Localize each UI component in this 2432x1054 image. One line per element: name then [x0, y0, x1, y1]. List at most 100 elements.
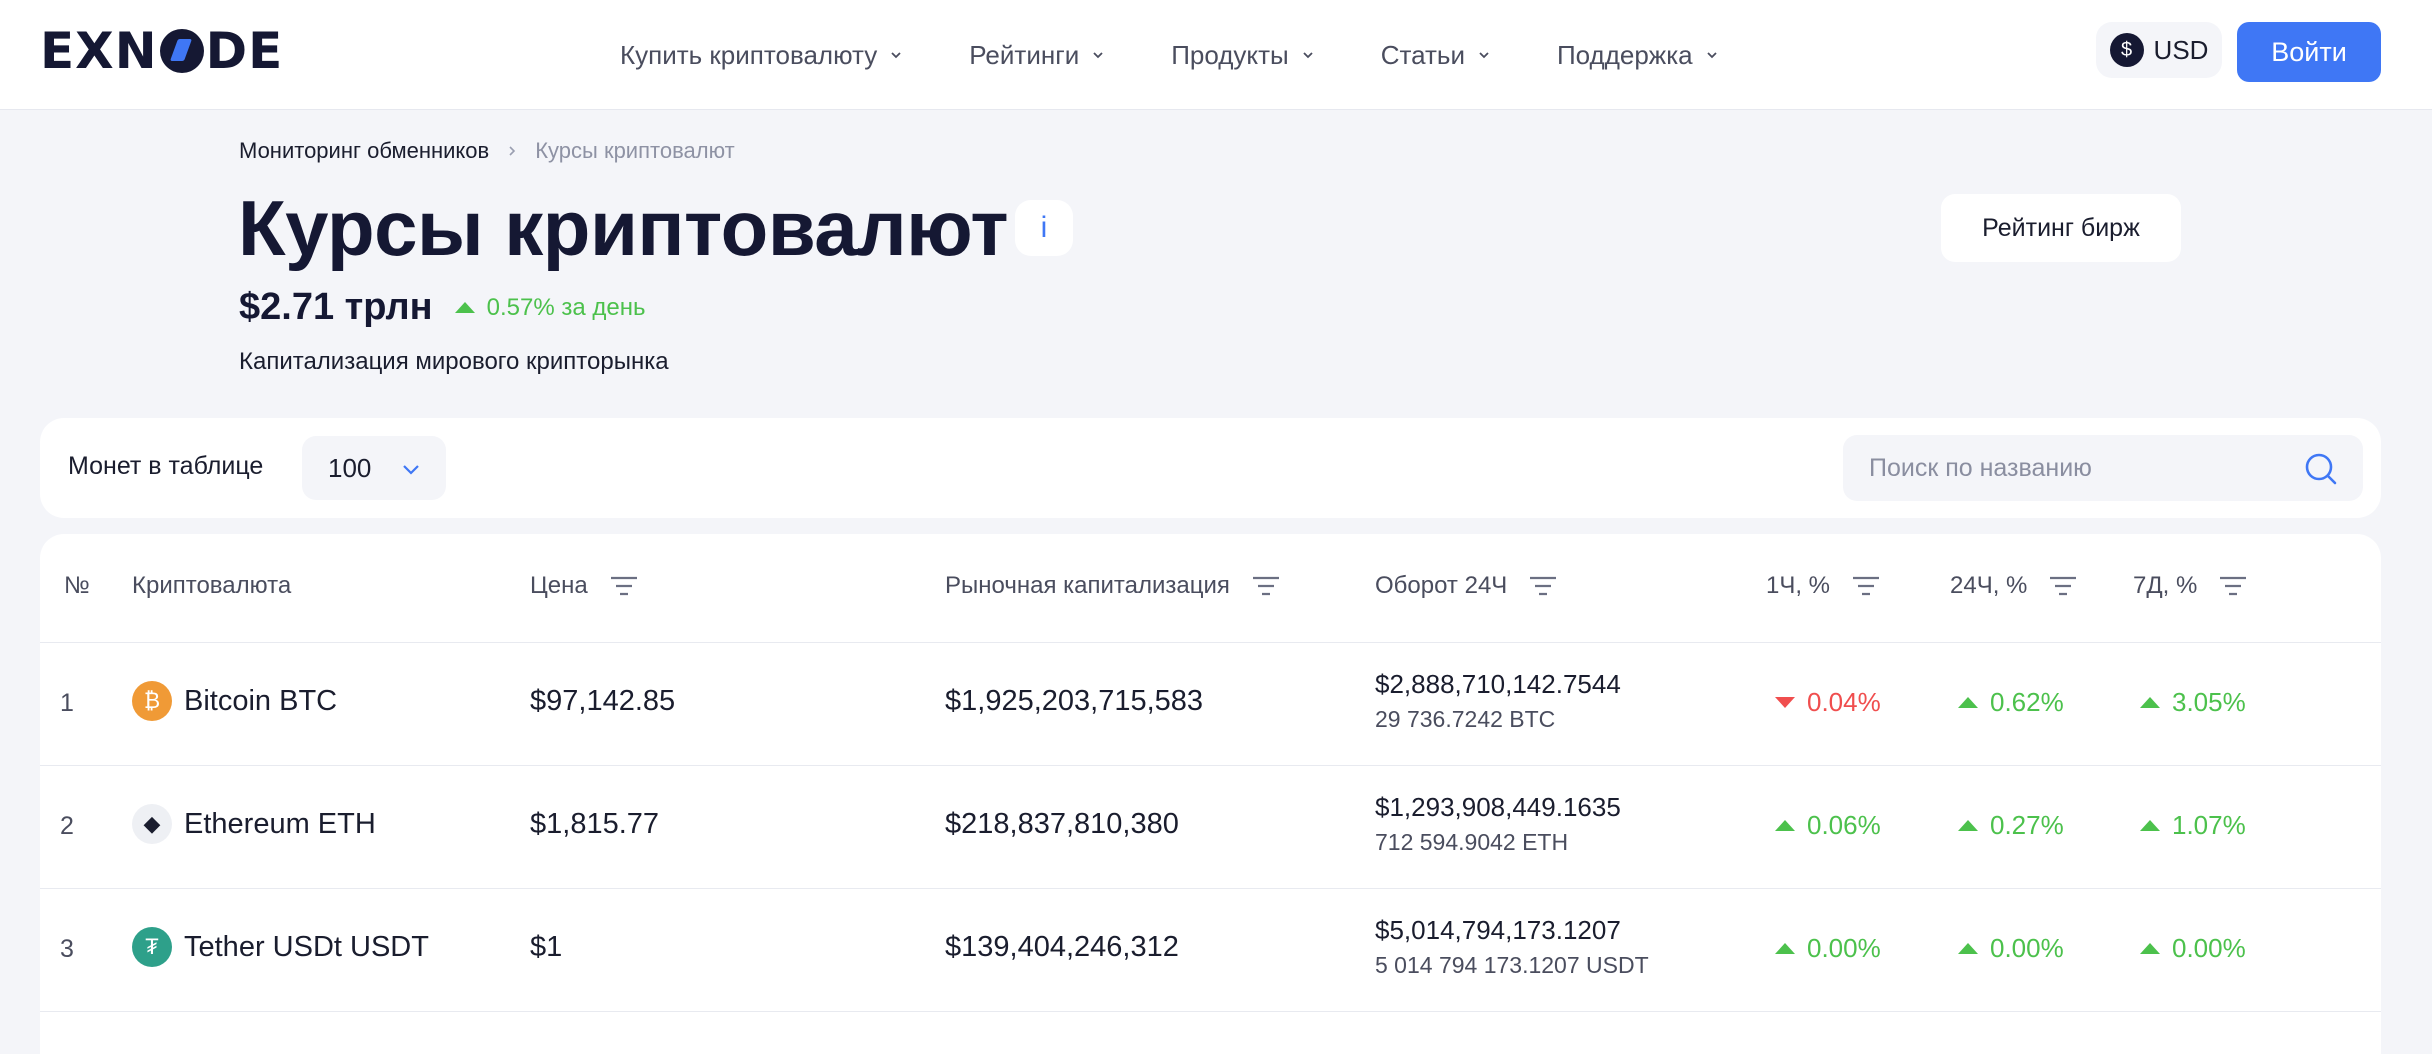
table-row[interactable]: 3 ₮ Tether USDt USDT $1 $139,404,246,312…: [40, 889, 2381, 1012]
coins-per-table-value: 100: [328, 452, 372, 483]
table-row[interactable]: 2 ◆ Ethereum ETH $1,815.77 $218,837,810,…: [40, 766, 2381, 889]
row-number: 2: [60, 812, 74, 840]
nav-ratings-label: Рейтинги: [969, 39, 1080, 70]
coin-name-cell[interactable]: ₿ Bitcoin BTC: [132, 681, 337, 721]
coin-volume-usd: $5,014,794,173.1207: [1375, 915, 1621, 945]
nav-products[interactable]: Продукты: [1171, 40, 1314, 71]
nav-ratings[interactable]: Рейтинги: [969, 40, 1105, 71]
market-cap-change: 0.57% за день: [454, 293, 646, 322]
crypto-rates-table: № Криптовалюта Цена Рыночная капитализац…: [40, 534, 2381, 1054]
sort-filter-icon[interactable]: [1529, 575, 1557, 597]
col-market-cap[interactable]: Рыночная капитализация: [945, 572, 1280, 600]
market-cap-change-text: 0.57% за день: [486, 293, 646, 321]
change-1h-value: 0.00%: [1807, 933, 1881, 963]
currency-label: USD: [2153, 34, 2209, 65]
col-coin-label: Криптовалюта: [132, 572, 292, 599]
sort-filter-icon[interactable]: [1252, 575, 1280, 597]
triangle-up-icon: [454, 302, 475, 313]
col-price[interactable]: Цена: [530, 572, 638, 600]
col-change-1h-label: 1Ч, %: [1766, 572, 1831, 599]
coin-market-cap: $139,404,246,312: [945, 931, 1179, 963]
sort-filter-icon[interactable]: [610, 575, 638, 597]
chevron-down-icon: [891, 52, 901, 59]
change-24h: 0.00%: [1958, 933, 2064, 964]
col-coin: Криптовалюта: [132, 572, 291, 600]
sort-filter-icon[interactable]: [1852, 575, 1880, 597]
col-change-24h[interactable]: 24Ч, %: [1950, 572, 2077, 600]
change-1h-value: 0.04%: [1807, 687, 1881, 717]
triangle-up-icon: [2140, 697, 2160, 708]
info-icon[interactable]: i: [1015, 200, 1073, 256]
col-volume[interactable]: Оборот 24Ч: [1375, 572, 1557, 600]
login-button[interactable]: Войти: [2237, 22, 2381, 82]
logo-text-end: DE: [205, 22, 284, 80]
page-title: Курсы криптовалют: [238, 184, 1009, 272]
coin-name: Ethereum ETH: [184, 807, 376, 840]
coin-name-cell[interactable]: ◆ Ethereum ETH: [132, 804, 376, 844]
coins-per-table-select[interactable]: 100: [302, 436, 446, 500]
col-number-label: №: [64, 572, 90, 599]
market-cap-label: Капитализация мирового крипторынка: [239, 348, 669, 375]
coin-volume-native: 5 014 794 173.1207 USDT: [1375, 952, 1649, 978]
exchange-rating-button[interactable]: Рейтинг бирж: [1941, 194, 2181, 262]
coin-volume: $2,888,710,142.7544 29 736.7242 BTC: [1375, 669, 1621, 733]
nav-buy-crypto[interactable]: Купить криптовалюту: [620, 40, 903, 71]
coin-volume-usd: $2,888,710,142.7544: [1375, 669, 1621, 699]
col-change-7d[interactable]: 7Д, %: [2133, 572, 2247, 600]
chevron-down-icon: [403, 465, 419, 475]
coin-volume-usd: $1,293,908,449.1635: [1375, 792, 1621, 822]
breadcrumb: Мониторинг обменников Курсы криптовалют: [239, 138, 735, 164]
chevron-down-icon: [1303, 52, 1313, 59]
coins-per-table-label: Монет в таблице: [68, 452, 264, 480]
coin-market-cap: $218,837,810,380: [945, 808, 1179, 840]
sort-filter-icon[interactable]: [2049, 575, 2077, 597]
sort-filter-icon[interactable]: [2219, 575, 2247, 597]
row-number: 1: [60, 689, 74, 717]
change-24h-value: 0.27%: [1990, 810, 2064, 840]
triangle-up-icon: [1958, 943, 1978, 954]
table-header: № Криптовалюта Цена Рыночная капитализац…: [40, 534, 2381, 643]
nav-support-label: Поддержка: [1556, 39, 1693, 70]
main-nav: Купить криптовалюту Рейтинги Продукты Ст…: [620, 0, 1785, 110]
coin-price: $97,142.85: [530, 685, 676, 717]
change-7d: 0.00%: [2140, 933, 2246, 964]
nav-articles-label: Статьи: [1380, 39, 1465, 70]
triangle-up-icon: [2140, 943, 2160, 954]
triangle-up-icon: [1958, 697, 1978, 708]
change-7d-value: 0.00%: [2172, 933, 2246, 963]
ethereum-icon: ◆: [132, 804, 172, 844]
table-row[interactable]: 1 ₿ Bitcoin BTC $97,142.85 $1,925,203,71…: [40, 643, 2381, 766]
nav-support[interactable]: Поддержка: [1557, 40, 1719, 71]
triangle-up-icon: [1958, 820, 1978, 831]
change-24h: 0.62%: [1958, 687, 2064, 718]
currency-switcher[interactable]: $ USD: [2096, 22, 2222, 78]
market-cap-summary: $2.71 трлн 0.57% за день: [239, 286, 645, 329]
col-volume-label: Оборот 24Ч: [1375, 572, 1508, 599]
change-7d-value: 1.07%: [2172, 810, 2246, 840]
change-7d-value: 3.05%: [2172, 687, 2246, 717]
market-cap-value: $2.71 трлн: [239, 286, 433, 328]
change-24h-value: 0.62%: [1990, 687, 2064, 717]
triangle-up-icon: [2140, 820, 2160, 831]
search-input[interactable]: [1843, 435, 2363, 501]
chevron-right-icon: [509, 146, 516, 156]
nav-articles[interactable]: Статьи: [1381, 40, 1491, 71]
chevron-down-icon: [1706, 52, 1717, 59]
change-24h: 0.27%: [1958, 810, 2064, 841]
change-1h: 0.00%: [1775, 933, 1881, 964]
breadcrumb-monitoring-link[interactable]: Мониторинг обменников: [239, 138, 489, 164]
change-24h-value: 0.00%: [1990, 933, 2064, 963]
coin-name-cell[interactable]: ₮ Tether USDt USDT: [132, 927, 429, 967]
exnode-logo[interactable]: EXN DE: [40, 25, 283, 77]
col-change-1h[interactable]: 1Ч, %: [1766, 572, 1880, 600]
chevron-down-icon: [1479, 52, 1489, 59]
search-icon[interactable]: [2304, 452, 2338, 486]
table-filter-bar: Монет в таблице 100: [40, 418, 2381, 518]
col-price-label: Цена: [530, 572, 588, 599]
col-number: №: [64, 572, 90, 600]
change-1h: 0.04%: [1775, 687, 1881, 718]
coin-price: $1,815.77: [530, 808, 660, 840]
bitcoin-icon: ₿: [132, 681, 172, 721]
col-change-24h-label: 24Ч, %: [1950, 572, 2028, 599]
dollar-icon: $: [2109, 33, 2144, 67]
